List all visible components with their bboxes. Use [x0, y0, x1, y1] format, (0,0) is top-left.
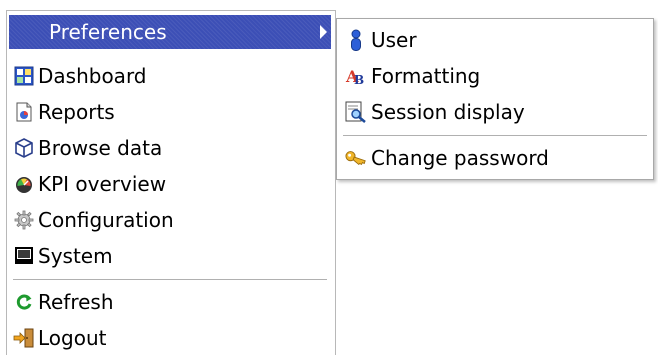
- menu-item-dashboard[interactable]: Dashboard: [9, 59, 331, 93]
- submenu-item-change-password[interactable]: Change password: [345, 141, 645, 175]
- session-display-icon: [345, 101, 367, 123]
- submenu-separator: [343, 135, 647, 137]
- menu-stage: Preferences Dashboard Reports Browse dat…: [0, 0, 658, 355]
- gauge-icon: [13, 173, 35, 195]
- menu-item-label: Refresh: [38, 290, 114, 314]
- submenu-item-label: Change password: [371, 146, 549, 170]
- menu-item-configuration[interactable]: Configuration: [9, 203, 331, 237]
- menu-item-kpi-overview[interactable]: KPI overview: [9, 167, 331, 201]
- report-document-icon: [13, 101, 35, 123]
- submenu-item-label: User: [371, 28, 417, 52]
- svg-text:B: B: [354, 73, 364, 87]
- menu-item-logout[interactable]: Logout: [9, 321, 331, 355]
- preferences-submenu: User A B Formatting Session display Chan…: [336, 18, 654, 180]
- main-menu: Preferences Dashboard Reports Browse dat…: [6, 10, 336, 355]
- gear-icon: [13, 209, 35, 231]
- menu-item-label: KPI overview: [38, 172, 167, 196]
- submenu-item-user[interactable]: User: [345, 23, 645, 57]
- cube-icon: [13, 137, 35, 159]
- submenu-item-label: Session display: [371, 100, 525, 124]
- monitor-icon: [13, 245, 35, 267]
- submenu-item-label: Formatting: [371, 64, 481, 88]
- submenu-item-session-display[interactable]: Session display: [345, 95, 645, 129]
- refresh-icon: [13, 291, 35, 313]
- submenu-arrow-icon: [320, 25, 327, 39]
- submenu-item-formatting[interactable]: A B Formatting: [345, 59, 645, 93]
- dashboard-grid-icon: [13, 65, 35, 87]
- menu-item-label: Preferences: [49, 20, 167, 44]
- menu-item-browse-data[interactable]: Browse data: [9, 131, 331, 165]
- menu-item-label: Configuration: [38, 208, 174, 232]
- logout-door-icon: [13, 327, 35, 349]
- formatting-icon: A B: [345, 65, 367, 87]
- menu-item-label: System: [38, 244, 113, 268]
- menu-item-label: Logout: [38, 326, 107, 350]
- menu-item-preferences[interactable]: Preferences: [9, 15, 331, 49]
- menu-item-refresh[interactable]: Refresh: [9, 285, 331, 319]
- menu-item-label: Browse data: [38, 136, 163, 160]
- menu-item-system[interactable]: System: [9, 239, 331, 273]
- menu-item-label: Reports: [38, 100, 115, 124]
- user-icon: [345, 29, 367, 51]
- menu-separator: [13, 279, 327, 281]
- menu-item-label: Dashboard: [38, 64, 147, 88]
- menu-item-reports[interactable]: Reports: [9, 95, 331, 129]
- key-icon: [345, 147, 367, 169]
